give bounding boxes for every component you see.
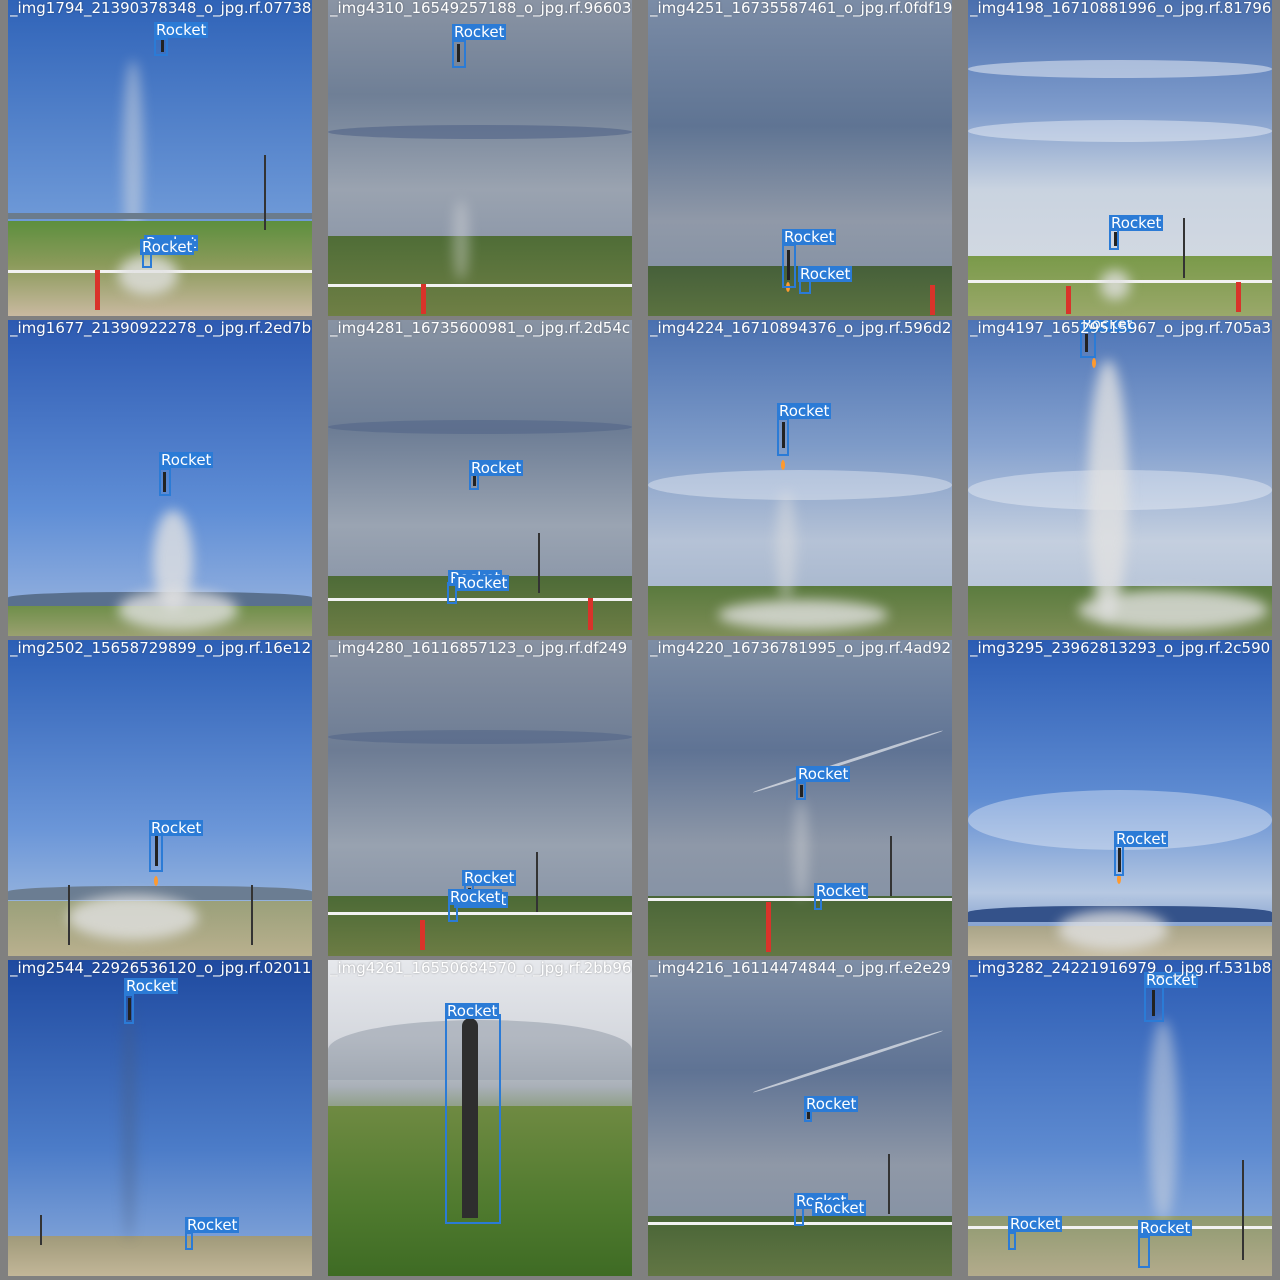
tile-filename: _img4198_16710881996_o_jpg.rf.81796	[970, 0, 1272, 17]
detection-label: Rocket	[462, 869, 517, 887]
mosaic-tile: Rocket _img4198_16710881996_o_jpg.rf.817…	[968, 0, 1272, 316]
mosaic-tile: Rocket _img4261_16550684570_o_jpg.rf.2bb…	[328, 960, 632, 1276]
tile-filename: _img4251_16735587461_o_jpg.rf.0fdf19	[650, 0, 952, 17]
detection-box	[445, 1014, 501, 1224]
detection-label: Rocket	[455, 574, 510, 592]
detection-box	[1008, 1232, 1016, 1250]
detection-label: Rocket	[782, 228, 837, 246]
mosaic-tile: Rocket Rocket Rocket _img4281_1673560098…	[328, 320, 632, 636]
detection-label: Rocket	[445, 1002, 500, 1020]
detection-box	[1144, 986, 1164, 1022]
detection-box	[796, 782, 806, 800]
detection-box	[149, 832, 163, 872]
tile-filename: _img4261_16550684570_o_jpg.rf.2bb96	[330, 960, 632, 977]
mosaic-tile: Rocket Rocket _img2544_22926536120_o_jpg…	[8, 960, 312, 1276]
detection-box	[452, 40, 466, 68]
detection-label: Rocket	[777, 402, 832, 420]
tile-filename: _img2502_15658729899_o_jpg.rf.16e12	[10, 640, 312, 657]
mosaic-tile: Rocket Rocket Rocket _img1794_2139037834…	[8, 0, 312, 316]
mosaic-tile: Rocket Rocket _img4220_16736781995_o_jpg…	[648, 640, 952, 956]
detection-box	[154, 38, 168, 56]
detection-label: Rocket	[812, 1199, 867, 1217]
detection-box	[782, 244, 796, 288]
detection-label: Rocket	[149, 819, 204, 837]
mosaic-tile: Rocket Rocket Rocket _img3282_2422191697…	[968, 960, 1272, 1276]
mosaic-tile: Rocket Rocket Rocket _img4216_1611447484…	[648, 960, 952, 1276]
mosaic-tile: Rocket _img3295_23962813293_o_jpg.rf.2c5…	[968, 640, 1272, 956]
detection-label: Rocket	[1138, 1219, 1193, 1237]
detection-label: Rocket	[804, 1095, 859, 1113]
detection-label: Rocket	[124, 977, 179, 995]
tile-filename: _img3282_24221916979_o_jpg.rf.531b8	[970, 960, 1272, 977]
mosaic-tile: Rocket _img4197_16529515967_o_jpg.rf.705…	[968, 320, 1272, 636]
tile-filename: _img4224_16710894376_o_jpg.rf.596d2	[650, 320, 952, 337]
tile-filename: _img3295_23962813293_o_jpg.rf.2c590	[970, 640, 1271, 657]
detection-label: Rocket	[159, 451, 214, 469]
tile-filename: _img4220_16736781995_o_jpg.rf.4ad92	[650, 640, 952, 657]
tile-filename: _img4310_16549257188_o_jpg.rf.96603	[330, 0, 632, 17]
tile-filename: _img4281_16735600981_o_jpg.rf.2d54c	[330, 320, 631, 337]
mosaic-tile: Rocket Rocket Rocket _img4280_1611685712…	[328, 640, 632, 956]
mosaic-tile: Rocket _img4310_16549257188_o_jpg.rf.966…	[328, 0, 632, 316]
detection-box	[185, 1232, 193, 1250]
detection-label: Rocket	[1109, 214, 1164, 232]
tile-filename: _img1677_21390922278_o_jpg.rf.2ed7b	[10, 320, 312, 337]
mosaic-tile: Rocket Rocket _img4251_16735587461_o_jpg…	[648, 0, 952, 316]
tile-filename: _img4216_16114474844_o_jpg.rf.e2e29	[650, 960, 951, 977]
detection-label: Rocket	[140, 238, 195, 256]
image-mosaic: Rocket Rocket Rocket _img1794_2139037834…	[0, 0, 1280, 1280]
detection-label: Rocket	[185, 1216, 240, 1234]
tile-filename: _img4280_16116857123_o_jpg.rf.df249	[330, 640, 628, 657]
detection-box	[1114, 844, 1124, 876]
detection-box	[124, 994, 134, 1024]
detection-label: Rocket	[452, 23, 507, 41]
detection-label: Rocket	[469, 459, 524, 477]
detection-box	[777, 418, 789, 456]
tile-filename: _img4197_16529515967_o_jpg.rf.705a3	[970, 320, 1272, 337]
tile-filename: _img1794_21390378348_o_jpg.rf.07738	[10, 0, 312, 17]
detection-label: Rocket	[448, 888, 503, 906]
detection-box	[1138, 1236, 1150, 1268]
mosaic-tile: Rocket _img2502_15658729899_o_jpg.rf.16e…	[8, 640, 312, 956]
tile-filename: _img2544_22926536120_o_jpg.rf.02011	[10, 960, 312, 977]
detection-label: Rocket	[154, 21, 209, 39]
detection-label: Rocket	[1008, 1215, 1063, 1233]
mosaic-tile: Rocket _img4224_16710894376_o_jpg.rf.596…	[648, 320, 952, 636]
mosaic-tile: Rocket _img1677_21390922278_o_jpg.rf.2ed…	[8, 320, 312, 636]
detection-label: Rocket	[1114, 830, 1169, 848]
detection-label: Rocket	[796, 765, 851, 783]
detection-box	[159, 468, 171, 496]
detection-label: Rocket	[814, 882, 869, 900]
detection-label: Rocket	[798, 265, 853, 283]
photo-scene	[8, 960, 312, 1276]
